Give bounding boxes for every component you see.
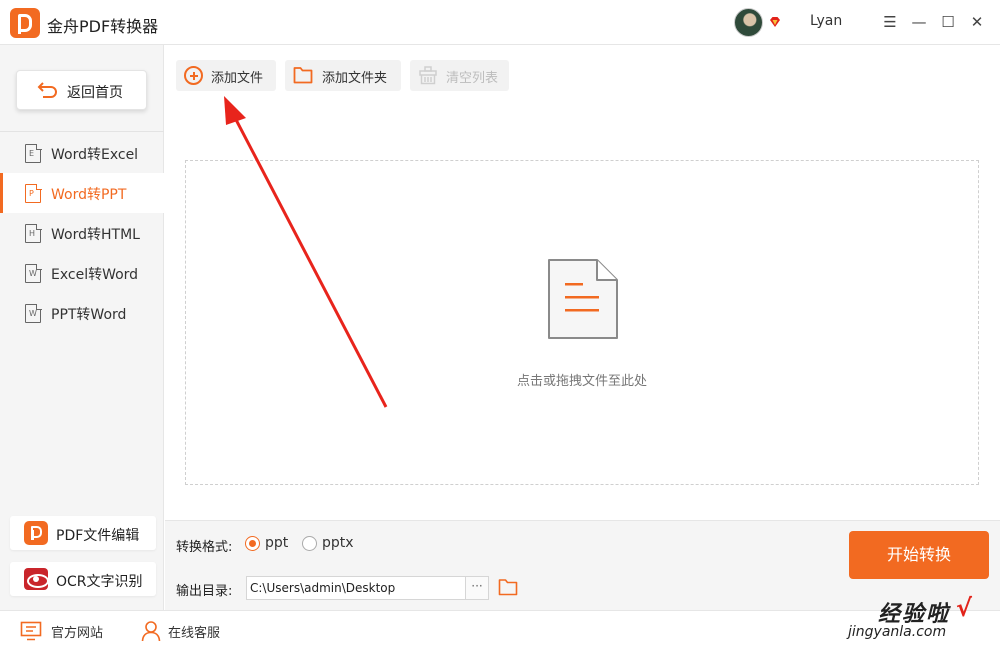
- ocr-label: OCR文字识别: [56, 574, 143, 590]
- app-title: 金舟PDF转换器: [47, 17, 159, 36]
- back-arrow-icon: [37, 82, 57, 98]
- output-dir-label: 输出目录:: [176, 584, 233, 599]
- username[interactable]: Lyan: [810, 13, 842, 29]
- monitor-icon: [20, 621, 42, 641]
- format-radio-ppt[interactable]: [245, 536, 260, 551]
- maximize-icon[interactable]: ☐: [939, 13, 957, 31]
- sidebar-item-word-to-html[interactable]: H Word转HTML: [0, 213, 164, 253]
- browse-button[interactable]: ···: [465, 576, 489, 600]
- drop-hint-text: 点击或拖拽文件至此处: [516, 374, 647, 389]
- pdf-edit-icon: [24, 521, 48, 545]
- app-logo-icon: [10, 8, 40, 38]
- close-icon[interactable]: ✕: [968, 13, 986, 31]
- file-ppt-icon: P: [25, 183, 42, 203]
- plus-circle-icon: [184, 66, 203, 85]
- online-support-link[interactable]: 在线客服: [168, 622, 220, 641]
- back-home-label: 返回首页: [67, 85, 123, 101]
- file-word-icon: W: [25, 263, 42, 283]
- document-icon: [548, 259, 618, 339]
- sidebar-divider: [0, 131, 164, 132]
- official-website-link[interactable]: 官方网站: [51, 622, 103, 641]
- format-radio-pptx[interactable]: [302, 536, 317, 551]
- sidebar-item-label: Word转PPT: [51, 187, 127, 203]
- add-folder-button[interactable]: 添加文件夹: [285, 60, 401, 91]
- title-bar: 金舟PDF转换器 Lyan ☰ — ☐ ✕: [0, 0, 1000, 45]
- customer-service-icon: [141, 621, 161, 642]
- conversion-settings: 转换格式: ppt pptx 输出目录: C:\Users\admin\Desk…: [165, 520, 1000, 610]
- add-file-label: 添加文件: [211, 71, 264, 86]
- sidebar-item-label: PPT转Word: [51, 307, 127, 323]
- menu-icon[interactable]: ☰: [881, 13, 899, 31]
- add-folder-label: 添加文件夹: [322, 71, 388, 86]
- app-window: 金舟PDF转换器 Lyan ☰ — ☐ ✕ 返回首页 E Word转Excel …: [0, 0, 1000, 650]
- open-folder-icon[interactable]: [498, 578, 518, 596]
- file-word-icon: W: [25, 303, 42, 323]
- clear-basket-icon: [419, 66, 437, 85]
- sidebar: 返回首页 E Word转Excel P Word转PPT H Word转HTML…: [0, 45, 164, 610]
- footer-bar: 官方网站 在线客服: [0, 610, 1000, 650]
- sidebar-item-excel-to-word[interactable]: W Excel转Word: [0, 253, 164, 293]
- sidebar-item-label: Word转Excel: [51, 147, 139, 163]
- sidebar-item-ppt-to-word[interactable]: W PPT转Word: [0, 293, 164, 333]
- sidebar-item-label: Excel转Word: [51, 267, 139, 283]
- format-option-label[interactable]: pptx: [322, 535, 354, 551]
- format-label: 转换格式:: [176, 540, 233, 555]
- pdf-edit-label: PDF文件编辑: [56, 528, 140, 544]
- file-html-icon: H: [25, 223, 42, 243]
- folder-icon: [293, 67, 313, 84]
- ocr-eye-icon: [24, 568, 49, 590]
- file-excel-icon: E: [25, 143, 42, 163]
- sidebar-item-label: Word转HTML: [51, 227, 140, 243]
- pdf-edit-button[interactable]: PDF文件编辑: [10, 516, 156, 550]
- start-convert-button[interactable]: 开始转换: [849, 531, 989, 579]
- clear-list-label: 清空列表: [446, 71, 499, 86]
- back-home-button[interactable]: 返回首页: [16, 70, 147, 110]
- clear-list-button[interactable]: 清空列表: [410, 60, 509, 91]
- sidebar-item-word-to-ppt[interactable]: P Word转PPT: [0, 173, 164, 213]
- minimize-icon[interactable]: —: [910, 13, 928, 31]
- file-drop-zone[interactable]: 点击或拖拽文件至此处: [185, 160, 979, 485]
- add-file-button[interactable]: 添加文件: [176, 60, 276, 91]
- format-option-label[interactable]: ppt: [265, 535, 288, 551]
- user-avatar[interactable]: [734, 8, 763, 37]
- vip-diamond-icon: [770, 17, 780, 27]
- ocr-button[interactable]: OCR文字识别: [10, 562, 156, 596]
- sidebar-item-word-to-excel[interactable]: E Word转Excel: [0, 133, 164, 173]
- output-path-field[interactable]: C:\Users\admin\Desktop: [246, 576, 466, 600]
